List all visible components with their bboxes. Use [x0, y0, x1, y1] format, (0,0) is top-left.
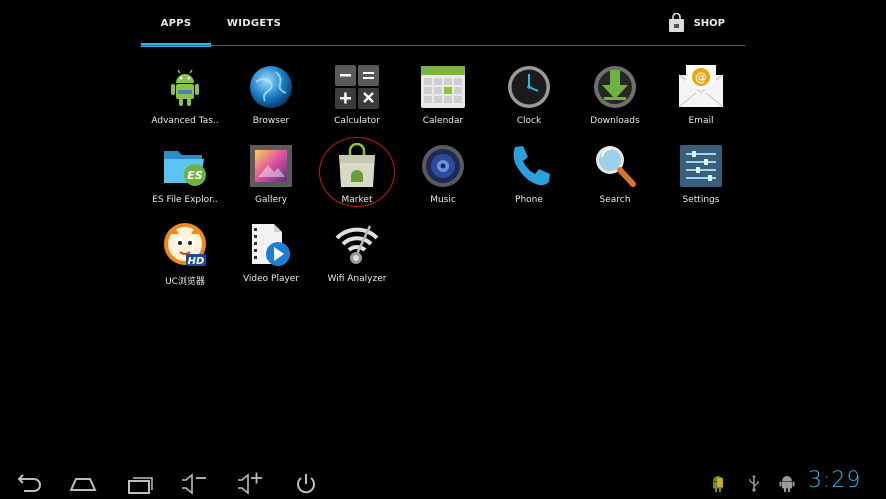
- settings-sliders-icon: [678, 143, 724, 189]
- app-video-player[interactable]: Video Player: [228, 222, 314, 300]
- home-icon[interactable]: [66, 470, 100, 496]
- app-label: Clock: [516, 116, 542, 126]
- globe-icon: [248, 64, 294, 110]
- video-player-icon: [248, 222, 294, 268]
- shop-button[interactable]: SHOP: [668, 12, 725, 33]
- app-advanced-task-killer[interactable]: Advanced Tas..: [142, 64, 228, 142]
- app-wifi-analyzer[interactable]: Wifi Analyzer: [314, 222, 400, 300]
- app-label: Wifi Analyzer: [327, 274, 387, 284]
- android-debug-icon[interactable]: [779, 474, 795, 492]
- app-label: Downloads: [590, 116, 640, 126]
- svg-text:HD: HD: [188, 256, 205, 267]
- app-browser[interactable]: Browser: [228, 64, 314, 142]
- market-bag-icon: [334, 142, 380, 189]
- app-label: Settings: [682, 195, 720, 205]
- app-search[interactable]: Search: [572, 143, 658, 221]
- back-icon[interactable]: [12, 470, 46, 496]
- uc-squirrel-icon: HD: [162, 222, 208, 268]
- app-calculator[interactable]: Calculator: [314, 64, 400, 142]
- volume-down-icon[interactable]: [178, 470, 212, 496]
- calculator-icon: [334, 64, 380, 110]
- system-bar: 3:29: [0, 466, 886, 499]
- app-market[interactable]: Market: [314, 142, 400, 221]
- recent-apps-icon[interactable]: [124, 470, 158, 496]
- usb-icon[interactable]: [746, 474, 762, 492]
- tab-bar: APPS WIDGETS SHOP: [141, 0, 745, 48]
- app-label: Advanced Tas..: [151, 116, 219, 126]
- app-downloads[interactable]: Downloads: [572, 64, 658, 142]
- magnifier-icon: [592, 143, 638, 189]
- power-icon[interactable]: [290, 470, 324, 496]
- app-label: Browser: [252, 116, 290, 126]
- tab-widgets[interactable]: WIDGETS: [221, 0, 287, 46]
- email-icon: @: [678, 64, 724, 110]
- shop-label: SHOP: [693, 17, 725, 29]
- app-label: Phone: [515, 195, 543, 205]
- phone-icon: [506, 143, 552, 189]
- tab-divider: [141, 45, 745, 46]
- download-icon: [592, 64, 638, 110]
- volume-up-icon[interactable]: [234, 470, 268, 496]
- shopping-bag-icon: [668, 12, 685, 33]
- tab-apps[interactable]: APPS: [141, 0, 211, 46]
- app-calendar[interactable]: Calendar: [400, 64, 486, 142]
- app-label: Calendar: [422, 116, 464, 126]
- svg-text:ES: ES: [187, 169, 203, 182]
- app-es-file-explorer[interactable]: ES ES File Explor..: [142, 143, 228, 221]
- app-settings[interactable]: Settings: [658, 143, 744, 221]
- app-music[interactable]: Music: [400, 143, 486, 221]
- app-email[interactable]: @ Email: [658, 64, 744, 142]
- svg-text:@: @: [695, 71, 707, 85]
- app-label: Search: [599, 195, 631, 205]
- app-label: Music: [430, 195, 456, 205]
- app-uc-browser[interactable]: HD UC浏览器: [142, 222, 228, 300]
- clock-time[interactable]: 3:29: [808, 468, 861, 493]
- app-label: Email: [688, 116, 714, 126]
- speaker-icon: [420, 143, 466, 189]
- app-clock[interactable]: Clock: [486, 64, 572, 142]
- app-label: ES File Explor..: [152, 195, 218, 205]
- folder-icon: ES: [162, 143, 208, 189]
- app-gallery[interactable]: Gallery: [228, 143, 314, 221]
- app-label: Market: [341, 195, 373, 205]
- android-robot-icon: [162, 64, 208, 110]
- clock-icon: [506, 64, 552, 110]
- android-notification-icon[interactable]: [710, 474, 726, 492]
- app-label: Calculator: [334, 116, 380, 126]
- calendar-icon: [420, 64, 466, 110]
- app-label: Video Player: [242, 274, 300, 284]
- app-drawer-screen: APPS WIDGETS SHOP Advanced Tas.. Browser…: [0, 0, 886, 499]
- app-phone[interactable]: Phone: [486, 143, 572, 221]
- app-label: UC浏览器: [165, 277, 205, 287]
- app-label: Gallery: [254, 195, 288, 205]
- gallery-icon: [248, 143, 294, 189]
- wifi-icon: [334, 222, 380, 268]
